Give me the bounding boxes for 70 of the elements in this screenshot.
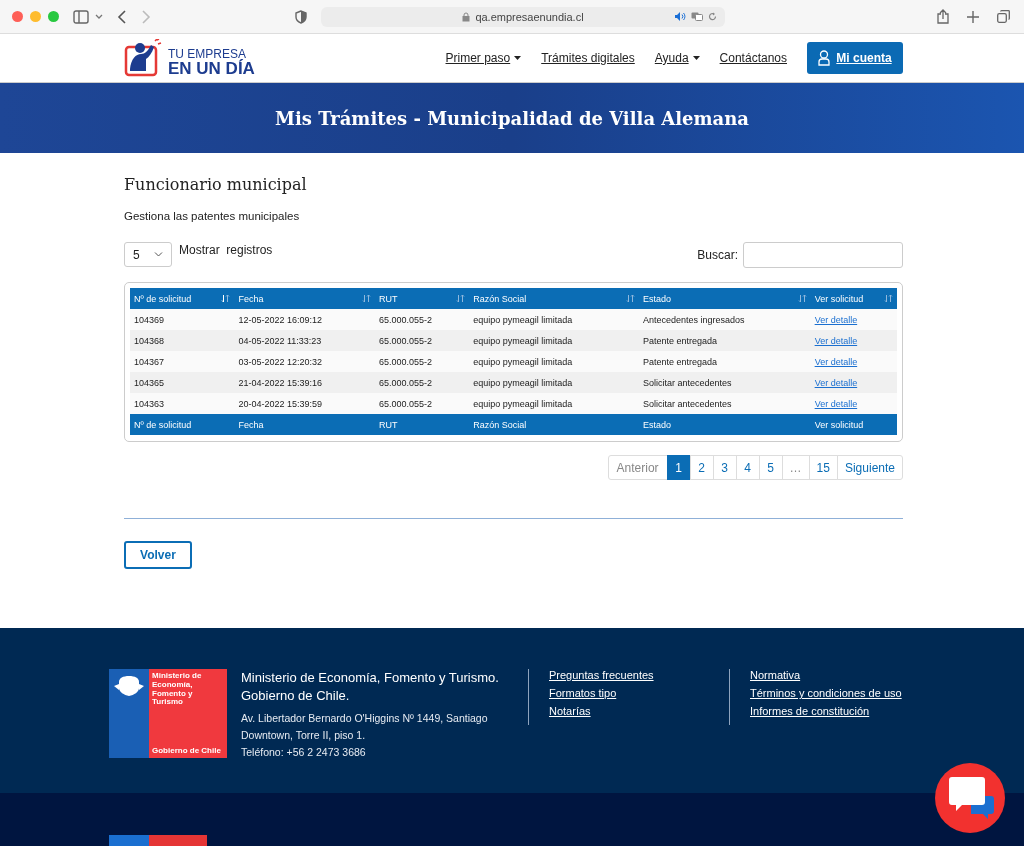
column-footer: Fecha bbox=[234, 414, 375, 435]
ministry-name: Ministerio de Economía, Fomento y Turismo bbox=[152, 672, 203, 708]
footer-link[interactable]: Términos y condiciones de uso bbox=[750, 687, 930, 699]
page-title: Mis Trámites - Municipalidad de Villa Alemana bbox=[274, 107, 750, 129]
footer-link[interactable]: Preguntas frecuentes bbox=[549, 669, 729, 681]
table-cell: 104367 bbox=[134, 356, 165, 367]
table-cell: 04-05-2022 11:33:23 bbox=[238, 335, 322, 346]
search-label: Buscar: bbox=[697, 248, 738, 262]
table-cell: 65.000.055-2 bbox=[378, 335, 432, 346]
table-cell: 20-04-2022 15:39:59 bbox=[238, 398, 322, 409]
page-button[interactable]: 5 bbox=[758, 455, 783, 480]
footer-link[interactable]: Formatos tipo bbox=[549, 687, 729, 699]
column-header[interactable]: Ver solicitud bbox=[810, 288, 897, 309]
table-cell: equipo pymeagil limitada bbox=[473, 398, 573, 409]
column-header[interactable]: Fecha bbox=[234, 288, 375, 309]
table-cell: 65.000.055-2 bbox=[378, 398, 432, 409]
column-header[interactable]: Nº de solicitud bbox=[130, 288, 235, 309]
footer-link[interactable]: Notarías bbox=[549, 705, 729, 717]
section-subtitle: Gestiona las patentes municipales bbox=[124, 210, 301, 222]
table-cell: equipo pymeagil limitada bbox=[473, 314, 573, 325]
footer-link[interactable]: Informes de constitución bbox=[750, 705, 930, 717]
table-cell: 104365 bbox=[134, 377, 165, 388]
page-button[interactable]: Siguiente bbox=[836, 455, 903, 480]
column-footer: Estado bbox=[638, 414, 811, 435]
table-cell: 65.000.055-2 bbox=[378, 356, 432, 367]
table-cell: Antecedentes ingresados bbox=[642, 314, 745, 325]
column-footer: Ver solicitud bbox=[810, 414, 897, 435]
table-cell: Solicitar antecedentes bbox=[642, 377, 732, 388]
table-cell: 104368 bbox=[134, 335, 165, 346]
address-bar[interactable]: qa.empresaenundia.cl bbox=[321, 6, 725, 27]
column-footer: Nº de solicitud bbox=[130, 414, 235, 435]
column-header[interactable]: RUT bbox=[374, 288, 470, 309]
table-cell: equipo pymeagil limitada bbox=[473, 377, 573, 388]
back-button[interactable]: Volver bbox=[124, 541, 192, 569]
page-button[interactable]: 1 bbox=[666, 455, 691, 480]
column-header[interactable]: Estado bbox=[638, 288, 811, 309]
footer-link[interactable]: Normativa bbox=[750, 669, 930, 681]
nav-link[interactable]: Trámites digitales bbox=[541, 51, 635, 65]
table-cell: 21-04-2022 15:39:16 bbox=[238, 377, 322, 388]
table-cell: 03-05-2022 12:20:32 bbox=[238, 356, 322, 367]
table-cell: Patente entregada bbox=[642, 356, 718, 367]
logo-text: EN UN DÍA bbox=[168, 60, 255, 77]
page-button[interactable]: 15 bbox=[808, 455, 838, 480]
page-button[interactable]: 4 bbox=[735, 455, 760, 480]
account-button[interactable]: Mi cuenta bbox=[807, 42, 903, 74]
page-button[interactable]: 2 bbox=[689, 455, 714, 480]
page-button[interactable]: 3 bbox=[712, 455, 737, 480]
logo-text: TU EMPRESA bbox=[168, 48, 246, 60]
table-cell: Solicitar antecedentes bbox=[642, 398, 732, 409]
table-cell: 104369 bbox=[134, 314, 165, 325]
column-header[interactable]: Razón Social bbox=[469, 288, 639, 309]
phone-text: Teléfono: +56 2 2473 3686 bbox=[241, 744, 367, 760]
page-size-label: Mostrar registros bbox=[179, 242, 273, 257]
column-footer: RUT bbox=[374, 414, 470, 435]
table-cell: 65.000.055-2 bbox=[378, 314, 432, 325]
address-text: Av. Libertador Bernardo O'Higgins Nº 1449, Santiago Downtown, Torre II, piso 1. bbox=[241, 711, 489, 743]
table-cell: equipo pymeagil limitada bbox=[473, 356, 573, 367]
table-cell: 65.000.055-2 bbox=[378, 377, 432, 388]
nav-link[interactable]: Ayuda bbox=[654, 51, 700, 65]
table-cell: 104363 bbox=[134, 398, 165, 409]
table-cell: equipo pymeagil limitada bbox=[473, 335, 573, 346]
page-size-select[interactable]: 5 bbox=[124, 242, 172, 267]
table-cell: 12-05-2022 16:09:12 bbox=[238, 314, 322, 325]
government-name: Gobierno de Chile bbox=[152, 746, 222, 755]
section-title: Funcionario municipal bbox=[124, 175, 308, 194]
nav-link[interactable]: Primer paso bbox=[445, 51, 522, 65]
table-cell: Patente entregada bbox=[642, 335, 718, 346]
nav-link[interactable]: Contáctanos bbox=[719, 51, 787, 65]
organization-name: Ministerio de Economía, Fomento y Turismo. Gobierno de Chile. bbox=[241, 669, 500, 705]
column-footer: Razón Social bbox=[469, 414, 639, 435]
